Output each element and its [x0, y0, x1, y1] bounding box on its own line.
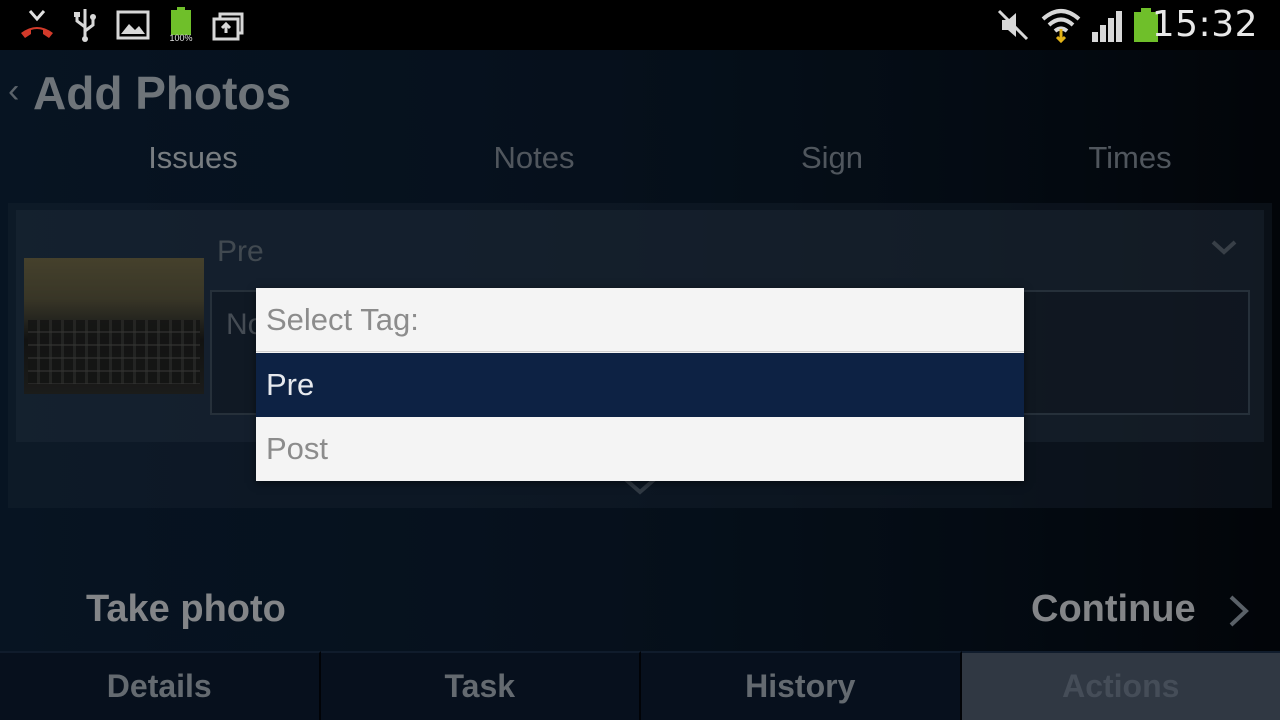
option-post[interactable]: Post [256, 417, 1024, 481]
usb-icon [72, 7, 98, 43]
dialog-title: Select Tag: [256, 288, 1024, 352]
wifi-icon [1040, 7, 1082, 43]
mute-icon [996, 7, 1030, 43]
upload-icon [212, 7, 246, 43]
missed-call-icon [18, 7, 56, 43]
clock: 15:32 [1151, 4, 1258, 45]
status-bar: 100% 15:32 [0, 0, 1280, 50]
battery-percent-label: 100% [169, 33, 193, 43]
signal-icon [1090, 7, 1126, 43]
option-pre[interactable]: Pre [256, 353, 1024, 417]
select-tag-dialog: Select Tag: Pre Post [256, 288, 1024, 481]
image-icon [116, 7, 150, 43]
battery-small-icon: 100% [166, 7, 196, 43]
